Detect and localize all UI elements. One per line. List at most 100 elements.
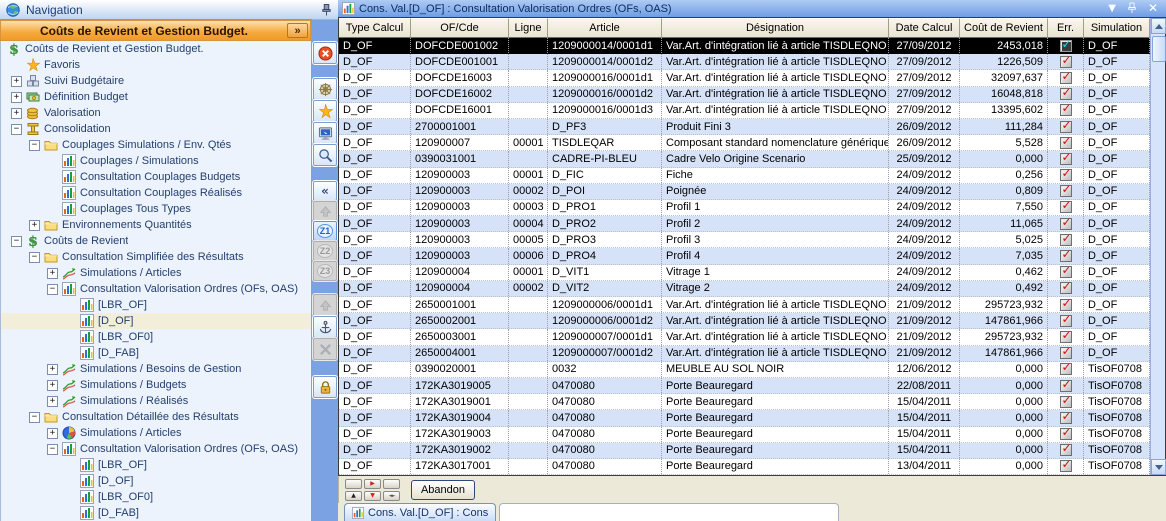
tree-item-couplages-simulations-env-qt-s[interactable]: −Couplages Simulations / Env. Qtés <box>1 137 311 153</box>
move-up-button-2[interactable] <box>313 294 337 316</box>
error-checkbox[interactable] <box>1060 72 1072 84</box>
tree-item-consultation-simplifi-e-des-r-sultats[interactable]: −Consultation Simplifiée des Résultats <box>1 249 311 265</box>
record-button-1[interactable] <box>345 479 362 489</box>
tree-item-lbr-of0[interactable]: [LBR_OF0] <box>1 329 311 345</box>
error-checkbox[interactable] <box>1060 218 1072 230</box>
tree-item-consultation-valorisation-ordres-ofs-oas[interactable]: −Consultation Valorisation Ordres (OFs, … <box>1 281 311 297</box>
table-row-19[interactable]: D_OF26500030011209000007/0001d1Var.Art. … <box>339 329 1150 345</box>
table-row-2[interactable]: D_OFDOFCDE0010011209000014/0001d2Var.Art… <box>339 54 1150 70</box>
error-checkbox[interactable] <box>1060 56 1072 68</box>
tree-item-d-fab[interactable]: [D_FAB] <box>1 345 311 361</box>
tree-item-d-fab[interactable]: [D_FAB] <box>1 505 311 521</box>
column-header-d-signation[interactable]: Désignation <box>662 18 889 38</box>
tree-expander[interactable]: + <box>29 220 40 231</box>
tree-item-lbr-of[interactable]: [LBR_OF] <box>1 297 311 313</box>
pin-icon[interactable] <box>321 3 332 17</box>
tree-expander[interactable]: + <box>11 76 22 87</box>
tree-item-simulations-r-alis-s[interactable]: +Simulations / Réalisés <box>1 393 311 409</box>
tree-item-simulations-articles[interactable]: +Simulations / Articles <box>1 425 311 441</box>
tree-expander[interactable]: − <box>11 236 22 247</box>
tree-item-consultation-couplages-budgets[interactable]: Consultation Couplages Budgets <box>1 169 311 185</box>
tree-item-suivi-budg-taire[interactable]: +Suivi Budgétaire <box>1 73 311 89</box>
record-button-5[interactable]: ▼ <box>364 491 381 501</box>
table-row-14[interactable]: D_OF12090000300006D_PRO4Profil 424/09/20… <box>339 248 1150 264</box>
table-row-13[interactable]: D_OF12090000300005D_PRO3Profil 324/09/20… <box>339 232 1150 248</box>
table-row-18[interactable]: D_OF26500020011209000006/0001d2Var.Art. … <box>339 313 1150 329</box>
move-up-button-1[interactable] <box>313 201 337 221</box>
record-button-3[interactable] <box>383 479 400 489</box>
tree-item-lbr-of[interactable]: [LBR_OF] <box>1 457 311 473</box>
error-checkbox[interactable] <box>1060 137 1072 149</box>
error-checkbox[interactable] <box>1060 428 1072 440</box>
tree-expander[interactable]: + <box>47 428 58 439</box>
chevron-down-icon[interactable]: ▼ <box>1108 3 1116 14</box>
record-button-4[interactable]: ▲ <box>345 491 362 501</box>
tree-expander[interactable]: − <box>47 444 58 455</box>
error-checkbox[interactable] <box>1060 266 1072 278</box>
column-header-simulation[interactable]: Simulation <box>1084 18 1150 38</box>
record-button-2[interactable]: ▶ <box>364 479 381 489</box>
error-checkbox[interactable] <box>1060 185 1072 197</box>
zoom1-button[interactable]: Z1 <box>313 221 337 241</box>
tree-expander[interactable]: − <box>11 124 22 135</box>
error-checkbox[interactable] <box>1060 153 1072 165</box>
table-row-22[interactable]: D_OF172KA30190050470080Porte Beauregard2… <box>339 378 1150 394</box>
error-checkbox[interactable] <box>1060 460 1072 472</box>
error-checkbox[interactable] <box>1060 315 1072 327</box>
tree-item-environnements-quantit-s[interactable]: +Environnements Quantités <box>1 217 311 233</box>
error-checkbox[interactable] <box>1060 347 1072 359</box>
tree-expander[interactable]: − <box>29 140 40 151</box>
favorites-button[interactable] <box>313 100 337 122</box>
table-row-16[interactable]: D_OF12090000400002D_VIT2Vitrage 224/09/2… <box>339 281 1150 297</box>
table-row-26[interactable]: D_OF172KA30190020470080Porte Beauregard1… <box>339 443 1150 459</box>
tab-cons-val-d-of-cons[interactable]: Cons. Val.[D_OF] : Cons <box>344 503 496 521</box>
tree-item-lbr-of0[interactable]: [LBR_OF0] <box>1 489 311 505</box>
column-header-ligne[interactable]: Ligne <box>509 18 548 38</box>
error-checkbox[interactable] <box>1060 201 1072 213</box>
abandon-button[interactable]: Abandon <box>411 480 475 500</box>
table-row-5[interactable]: D_OFDOFCDE160011209000016/0001d3Var.Art.… <box>339 103 1150 119</box>
anchor-button[interactable] <box>313 316 337 338</box>
tree-item-valorisation[interactable]: +Valorisation <box>1 105 311 121</box>
scroll-thumb[interactable] <box>1152 36 1166 62</box>
error-checkbox[interactable] <box>1060 40 1072 52</box>
tree-item-favoris[interactable]: Favoris <box>1 57 311 73</box>
error-checkbox[interactable] <box>1060 88 1072 100</box>
search-button[interactable] <box>313 144 337 166</box>
tree-item-consultation-d-taill-e-des-r-sultats[interactable]: −Consultation Détaillée des Résultats <box>1 409 311 425</box>
tree-item-d-finition-budget[interactable]: +Définition Budget <box>1 89 311 105</box>
tree-expander[interactable]: + <box>11 108 22 119</box>
table-row-11[interactable]: D_OF12090000300003D_PRO1Profil 124/09/20… <box>339 200 1150 216</box>
table-row-23[interactable]: D_OF172KA30190010470080Porte Beauregard1… <box>339 394 1150 410</box>
tab-empty[interactable] <box>499 503 839 521</box>
tree-item-couplages-simulations[interactable]: Couplages / Simulations <box>1 153 311 169</box>
error-checkbox[interactable] <box>1060 363 1072 375</box>
scroll-down-button[interactable] <box>1151 459 1166 475</box>
tree-item-couplages-tous-types[interactable]: Couplages Tous Types <box>1 201 311 217</box>
column-header-co-t-de-revient[interactable]: Coût de Revient <box>960 18 1048 38</box>
table-row-21[interactable]: D_OF03900200010032MEUBLE AU SOL NOIR12/0… <box>339 362 1150 378</box>
table-row-27[interactable]: D_OF172KA30170010470080Porte Beauregard1… <box>339 459 1150 475</box>
tree-expander[interactable]: − <box>29 252 40 263</box>
tree-item-consultation-couplages-r-alis-s[interactable]: Consultation Couplages Réalisés <box>1 185 311 201</box>
error-checkbox[interactable] <box>1060 121 1072 133</box>
close-icon[interactable]: ✕ <box>1148 1 1158 15</box>
error-checkbox[interactable] <box>1060 444 1072 456</box>
tree-item-simulations-budgets[interactable]: +Simulations / Budgets <box>1 377 311 393</box>
table-row-20[interactable]: D_OF26500040011209000007/0001d2Var.Art. … <box>339 346 1150 362</box>
tree-expander[interactable]: − <box>29 412 40 423</box>
table-row-24[interactable]: D_OF172KA30190040470080Porte Beauregard1… <box>339 410 1150 426</box>
vertical-scrollbar[interactable] <box>1150 18 1165 475</box>
error-checkbox[interactable] <box>1060 169 1072 181</box>
tree-expander[interactable]: − <box>47 284 58 295</box>
tree-item-co-ts-de-revient[interactable]: −$Coûts de Revient <box>1 233 311 249</box>
tree-item-d-of[interactable]: [D_OF] <box>1 473 311 489</box>
tree-item-simulations-articles[interactable]: +Simulations / Articles <box>1 265 311 281</box>
tree-item-consultation-valorisation-ordres-ofs-oas[interactable]: −Consultation Valorisation Ordres (OFs, … <box>1 441 311 457</box>
tree-item-consolidation[interactable]: −Consolidation <box>1 121 311 137</box>
pin-icon-white[interactable] <box>1127 2 1137 14</box>
error-checkbox[interactable] <box>1060 104 1072 116</box>
column-header-type-calcul[interactable]: Type Calcul <box>339 18 411 38</box>
close-red-button[interactable] <box>313 42 337 64</box>
error-checkbox[interactable] <box>1060 250 1072 262</box>
